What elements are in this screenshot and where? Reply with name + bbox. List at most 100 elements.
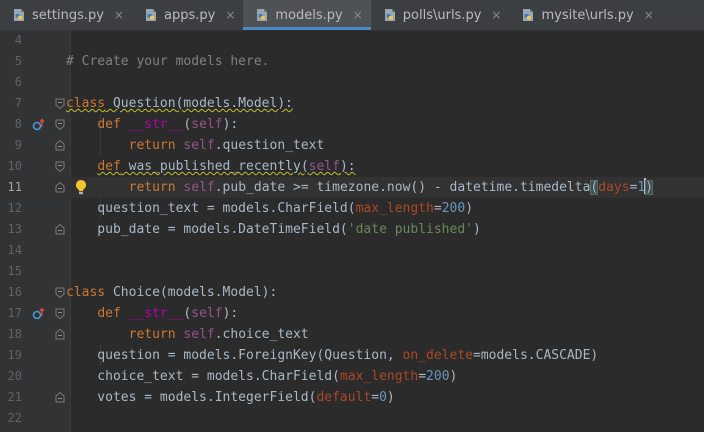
line-number[interactable]: 14 [0,240,22,261]
python-file-icon [14,9,24,21]
line-number[interactable]: 16 [0,282,22,303]
editor-tab[interactable]: polls\urls.py × [371,0,510,30]
code-line[interactable]: 18 return self.choice_text [0,324,704,345]
code-token: ) [386,390,395,405]
override-icon[interactable] [32,307,46,321]
code-token: .question_text [214,138,325,153]
tab-label: polls\urls.py [402,7,482,23]
close-icon[interactable]: × [114,8,124,22]
code-token: self [183,327,215,342]
code-token: = [371,390,380,405]
code-text[interactable]: question_text = models.CharField(max_len… [66,198,473,219]
code-token: .choice_text [214,327,309,342]
fold-collapse-icon[interactable] [55,161,65,172]
code-line[interactable]: 9 return self.question_text [0,135,704,156]
code-token: # Create your models here. [66,54,270,69]
code-token: self [183,180,215,195]
line-number[interactable]: 8 [0,114,22,135]
code-text[interactable]: return self.question_text [66,135,325,156]
code-text[interactable]: class Question(models.Model): [66,93,293,114]
code-editor[interactable]: 4 5 # Create your models here. 6 7 class Ques… [0,30,704,432]
code-token: return [128,327,176,342]
code-token: 200 [426,369,450,384]
line-number[interactable]: 22 [0,408,22,429]
code-line[interactable]: 11 return self.pub_date >= timezone.now(… [0,177,704,198]
code-token: class [66,96,106,111]
fold-end-icon[interactable] [55,224,65,235]
override-icon[interactable] [32,118,46,132]
line-number[interactable]: 17 [0,303,22,324]
fold-end-icon[interactable] [55,140,65,151]
code-line[interactable]: 5 # Create your models here. [0,51,704,72]
code-text[interactable]: question = models.ForeignKey(Question, o… [66,345,598,366]
line-number[interactable]: 10 [0,156,22,177]
line-number[interactable]: 11 [0,177,22,198]
code-text[interactable]: class Choice(models.Model): [66,282,277,303]
line-number[interactable]: 19 [0,345,22,366]
code-line[interactable]: 21 votes = models.IntegerField(default=0… [0,387,704,408]
close-icon[interactable]: × [225,8,235,22]
tab-label: settings.py [32,7,104,23]
close-icon[interactable]: × [491,8,501,22]
fold-collapse-icon[interactable] [55,98,65,109]
line-number[interactable]: 7 [0,93,22,114]
code-token: question = models.ForeignKey(Question, [66,348,403,363]
line-number[interactable]: 18 [0,324,22,345]
line-number[interactable]: 13 [0,219,22,240]
line-number[interactable]: 5 [0,51,22,72]
code-token: 200 [441,201,466,216]
close-icon[interactable]: × [353,8,363,22]
fold-collapse-icon[interactable] [55,308,65,319]
code-text[interactable]: def was_published_recently(self): [66,156,355,177]
code-line[interactable]: 4 [0,30,704,51]
code-line[interactable]: 22 [0,408,704,429]
code-line[interactable]: 6 [0,72,704,93]
code-line[interactable]: 15 [0,261,704,282]
code-line[interactable]: 20 choice_text = models.CharField(max_le… [0,366,704,387]
line-number[interactable]: 15 [0,261,22,282]
line-number[interactable]: 6 [0,72,22,93]
line-number[interactable]: 21 [0,387,22,408]
fold-end-icon[interactable] [55,392,65,403]
code-line[interactable]: 17 def __str__(self): [0,303,704,324]
editor-tab[interactable]: mysite\urls.py × [509,0,661,30]
code-token: ) [473,222,481,237]
code-text[interactable]: return self.pub_date >= timezone.now() -… [66,177,654,198]
fold-collapse-icon[interactable] [55,287,65,298]
line-number[interactable]: 20 [0,366,22,387]
fold-end-icon[interactable] [55,329,65,340]
line-number[interactable]: 4 [0,30,22,51]
code-token: self [183,138,215,153]
editor-tab[interactable]: apps.py × [132,0,243,30]
code-line[interactable]: 7 class Question(models.Model): [0,93,704,114]
code-line[interactable]: 16 class Choice(models.Model): [0,282,704,303]
code-token: def [97,117,121,132]
code-text[interactable]: return self.choice_text [66,324,309,345]
code-text[interactable]: def __str__(self): [66,114,238,135]
line-number[interactable]: 12 [0,198,22,219]
code-text[interactable]: # Create your models here. [66,51,270,72]
close-icon[interactable]: × [644,8,654,22]
fold-end-icon[interactable] [55,182,65,193]
code-line[interactable]: 8 def __str__(self): [0,114,704,135]
editor-tab[interactable]: models.py × [243,0,372,30]
code-token: =models.CASCADE) [473,348,599,363]
code-token: self [191,306,223,321]
line-number[interactable]: 9 [0,135,22,156]
code-line[interactable]: 14 [0,240,704,261]
code-token: def [97,159,121,174]
editor-tab[interactable]: settings.py × [0,0,132,30]
code-line[interactable]: 13 pub_date = models.DateTimeField('date… [0,219,704,240]
code-line[interactable]: 12 question_text = models.CharField(max_… [0,198,704,219]
code-text[interactable]: def __str__(self): [66,303,238,324]
fold-collapse-icon[interactable] [55,119,65,130]
code-line[interactable]: 19 question = models.ForeignKey(Question… [0,345,704,366]
code-text[interactable]: choice_text = models.CharField(max_lengt… [66,366,457,387]
code-text[interactable]: pub_date = models.DateTimeField('date pu… [66,219,481,240]
code-token: was_published_recently [120,159,301,174]
code-text[interactable]: votes = models.IntegerField(default=0) [66,387,395,408]
code-line[interactable]: 10 def was_published_recently(self): [0,156,704,177]
